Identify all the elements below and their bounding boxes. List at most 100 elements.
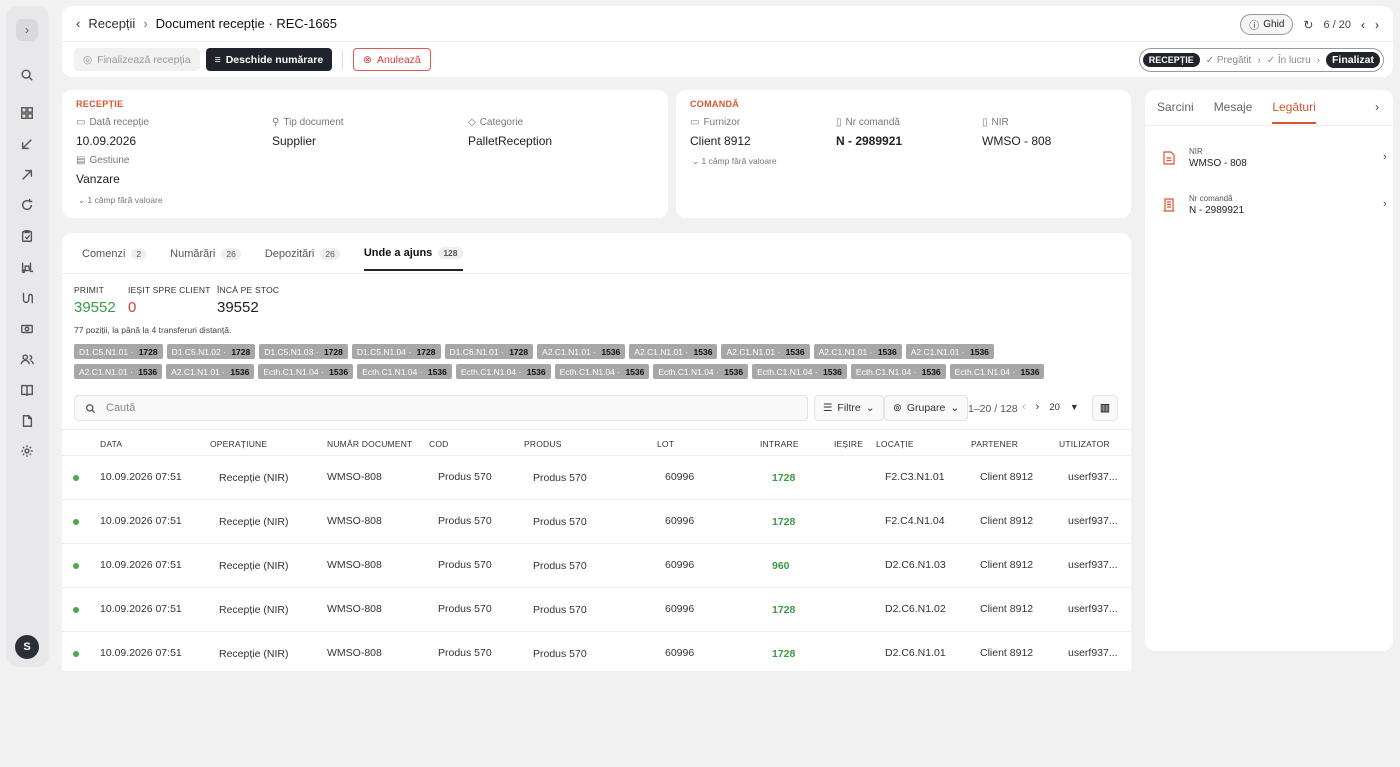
group-icon: ⊚ [893, 402, 902, 414]
table-header: DATA OPERAȚIUNE NUMĂR DOCUMENT COD PRODU… [62, 429, 1131, 456]
filters-button[interactable]: ☰ Filtre ⌄ [814, 395, 884, 421]
document-icon[interactable] [17, 411, 37, 431]
tab-comenzi[interactable]: Comenzi 2 [82, 247, 147, 271]
cell-date: 10.09.2026 07:51 [100, 471, 182, 483]
search-icon[interactable] [17, 65, 37, 85]
prev-record-button[interactable]: ‹ [1361, 18, 1365, 32]
cell-in: 1728 [772, 604, 796, 616]
reception-card: RECEPȚIE ▭ Dată recepție 10.09.2026 ⚲ Tip … [62, 90, 668, 218]
location-chip[interactable]: Ecth.C1.N1.04 · 1536 [554, 364, 650, 379]
refresh-icon[interactable]: ↻ [1303, 18, 1313, 32]
money-icon[interactable] [17, 319, 37, 339]
side-panel: Sarcini Mesaje Legături › NIR WMSO - 808… [1145, 90, 1393, 651]
next-page-button[interactable]: › [1036, 401, 1040, 413]
expand-sidebar-button[interactable]: › [16, 19, 38, 41]
prev-page-button[interactable]: ‹ [1022, 401, 1026, 413]
route-icon[interactable] [17, 288, 37, 308]
location-chip[interactable]: A2.C1.N1.01 · 1536 [721, 344, 810, 359]
cell-partner: Client 8912 [980, 647, 1034, 659]
location-chip[interactable]: Ecth.C1.N1.04 · 1536 [949, 364, 1045, 379]
chevron-right-icon[interactable]: › [1375, 100, 1379, 114]
cell-lot: 60996 [665, 471, 695, 483]
location-chip[interactable]: D1.C5.N1.03 · 1728 [259, 344, 348, 359]
table-row[interactable]: 10.09.2026 07:51 Recepție (NIR) WMSO-808 Pr… [62, 588, 1131, 632]
guide-button[interactable]: ⓘ Ghid [1240, 14, 1294, 35]
page-size-select[interactable]: 20 [1049, 402, 1060, 413]
empty-fields-toggle[interactable]: ⌄ 1 câmp fără valoare [78, 195, 163, 206]
positions-note: 77 poziții, la până la 4 transferuri dis… [74, 325, 232, 335]
location-chip[interactable]: D1.C5.N1.01 · 1728 [74, 344, 163, 359]
arrow-out-icon[interactable] [17, 165, 37, 185]
location-chip[interactable]: A2.C1.N1.01 · 1536 [74, 364, 163, 379]
users-icon[interactable] [17, 349, 37, 369]
cell-date: 10.09.2026 07:51 [100, 515, 182, 527]
location-chip[interactable]: A2.C1.N1.01 · 1536 [537, 344, 626, 359]
location-chip[interactable]: Ecth.C1.N1.04 · 1536 [850, 364, 946, 379]
table-row[interactable]: 10.09.2026 07:51 Recepție (NIR) WMSO-808 Pr… [62, 500, 1131, 544]
open-count-button[interactable]: ≡ Deschide numărare [205, 48, 333, 71]
empty-fields-toggle[interactable]: ⌄ 1 câmp fără valoare [692, 156, 777, 167]
chevron-down-icon[interactable]: ▼ [1070, 402, 1079, 412]
page-header: ‹ Recepții › Document recepție · REC-166… [62, 6, 1393, 77]
book-icon[interactable] [17, 380, 37, 400]
calendar-icon: ▭ [76, 117, 86, 128]
pagination-range: 1–20 / 128 [968, 403, 1018, 415]
location-chip[interactable]: A2.C1.N1.01 · 1536 [905, 344, 994, 359]
cell-in: 960 [772, 560, 790, 572]
finalize-button[interactable]: ◎ Finalizează recepția [74, 48, 200, 71]
cell-lot: 60996 [665, 647, 695, 659]
cell-prod: Produs 570 [533, 472, 587, 484]
status-dot [73, 607, 79, 613]
location-chip[interactable]: Ecth.C1.N1.04 · 1536 [357, 364, 452, 379]
location-chip[interactable]: Ecth.C1.N1.04 · 1536 [258, 364, 354, 379]
cell-doc: WMSO-808 [327, 471, 382, 483]
table-row[interactable]: 10.09.2026 07:51 Recepție (NIR) WMSO-808 Pr… [62, 632, 1131, 671]
gear-icon[interactable] [17, 441, 37, 461]
chevron-right-icon: › [143, 16, 148, 31]
cell-loc: D2.C6.N1.03 [885, 559, 946, 571]
clipboard-icon[interactable] [17, 226, 37, 246]
next-record-button[interactable]: › [1375, 18, 1379, 32]
avatar[interactable]: S [15, 635, 39, 659]
cell-lot: 60996 [665, 515, 695, 527]
kpi-received: PRIMIT 39552 [74, 285, 116, 316]
location-chip[interactable]: A2.C1.N1.01 · 1536 [629, 344, 718, 359]
grid-icon[interactable] [17, 103, 37, 123]
tab-sarcini[interactable]: Sarcini [1157, 100, 1194, 124]
cell-cod: Produs 570 [438, 647, 492, 659]
chevron-down-icon: ⌄ [950, 402, 960, 414]
tab-mesaje[interactable]: Mesaje [1214, 100, 1253, 124]
group-button[interactable]: ⊚ Grupare ⌄ [884, 395, 969, 421]
location-chip[interactable]: A2.C1.N1.01 · 1536 [813, 344, 902, 359]
location-chip[interactable]: A2.C1.N1.01 · 1536 [166, 364, 255, 379]
columns-button[interactable]: ▥ [1092, 395, 1118, 421]
cell-doc: WMSO-808 [327, 515, 382, 527]
tab-numarari[interactable]: Numărări 26 [170, 247, 241, 271]
location-chip[interactable]: Ecth.C1.N1.04 · 1536 [455, 364, 551, 379]
forklift-icon[interactable] [17, 257, 37, 277]
breadcrumb-root[interactable]: Recepții [88, 16, 135, 31]
location-chip[interactable]: Ecth.C1.N1.04 · 1536 [653, 364, 749, 379]
refresh-icon[interactable] [17, 195, 37, 215]
table-row[interactable]: 10.09.2026 07:51 Recepție (NIR) WMSO-808 Pr… [62, 456, 1131, 500]
tab-unde-a-ajuns[interactable]: Unde a ajuns 128 [363, 247, 463, 271]
cell-user: userf937... [1068, 603, 1118, 615]
tab-legaturi[interactable]: Legături [1272, 100, 1316, 124]
location-chip[interactable]: D1.C5.N1.02 · 1728 [166, 344, 256, 359]
location-chip[interactable]: D1.C5.N1.04 · 1728 [351, 344, 441, 359]
tab-depozitari[interactable]: Depozitări 26 [265, 247, 340, 271]
location-chip[interactable]: Ecth.C1.N1.04 · 1536 [752, 364, 847, 379]
movements-card: Comenzi 2 Numărări 26 Depozitări 26 Unde a … [62, 233, 1131, 671]
table-row[interactable]: 10.09.2026 07:51 Recepție (NIR) WMSO-808 Pr… [62, 544, 1131, 588]
cell-prod: Produs 570 [533, 516, 587, 528]
cell-prod: Produs 570 [533, 604, 587, 616]
cell-loc: F2.C4.N1.04 [885, 515, 945, 527]
cell-date: 10.09.2026 07:51 [100, 603, 182, 615]
columns-icon: ▥ [1100, 402, 1110, 414]
status-dot [73, 563, 79, 569]
location-chip[interactable]: D1.C6.N1.01 · 1728 [444, 344, 534, 359]
arrow-in-icon[interactable] [17, 134, 37, 154]
search-input[interactable]: Caută [74, 395, 808, 421]
cancel-button[interactable]: ⊗ Anulează [353, 48, 431, 71]
back-icon[interactable]: ‹ [76, 16, 80, 31]
